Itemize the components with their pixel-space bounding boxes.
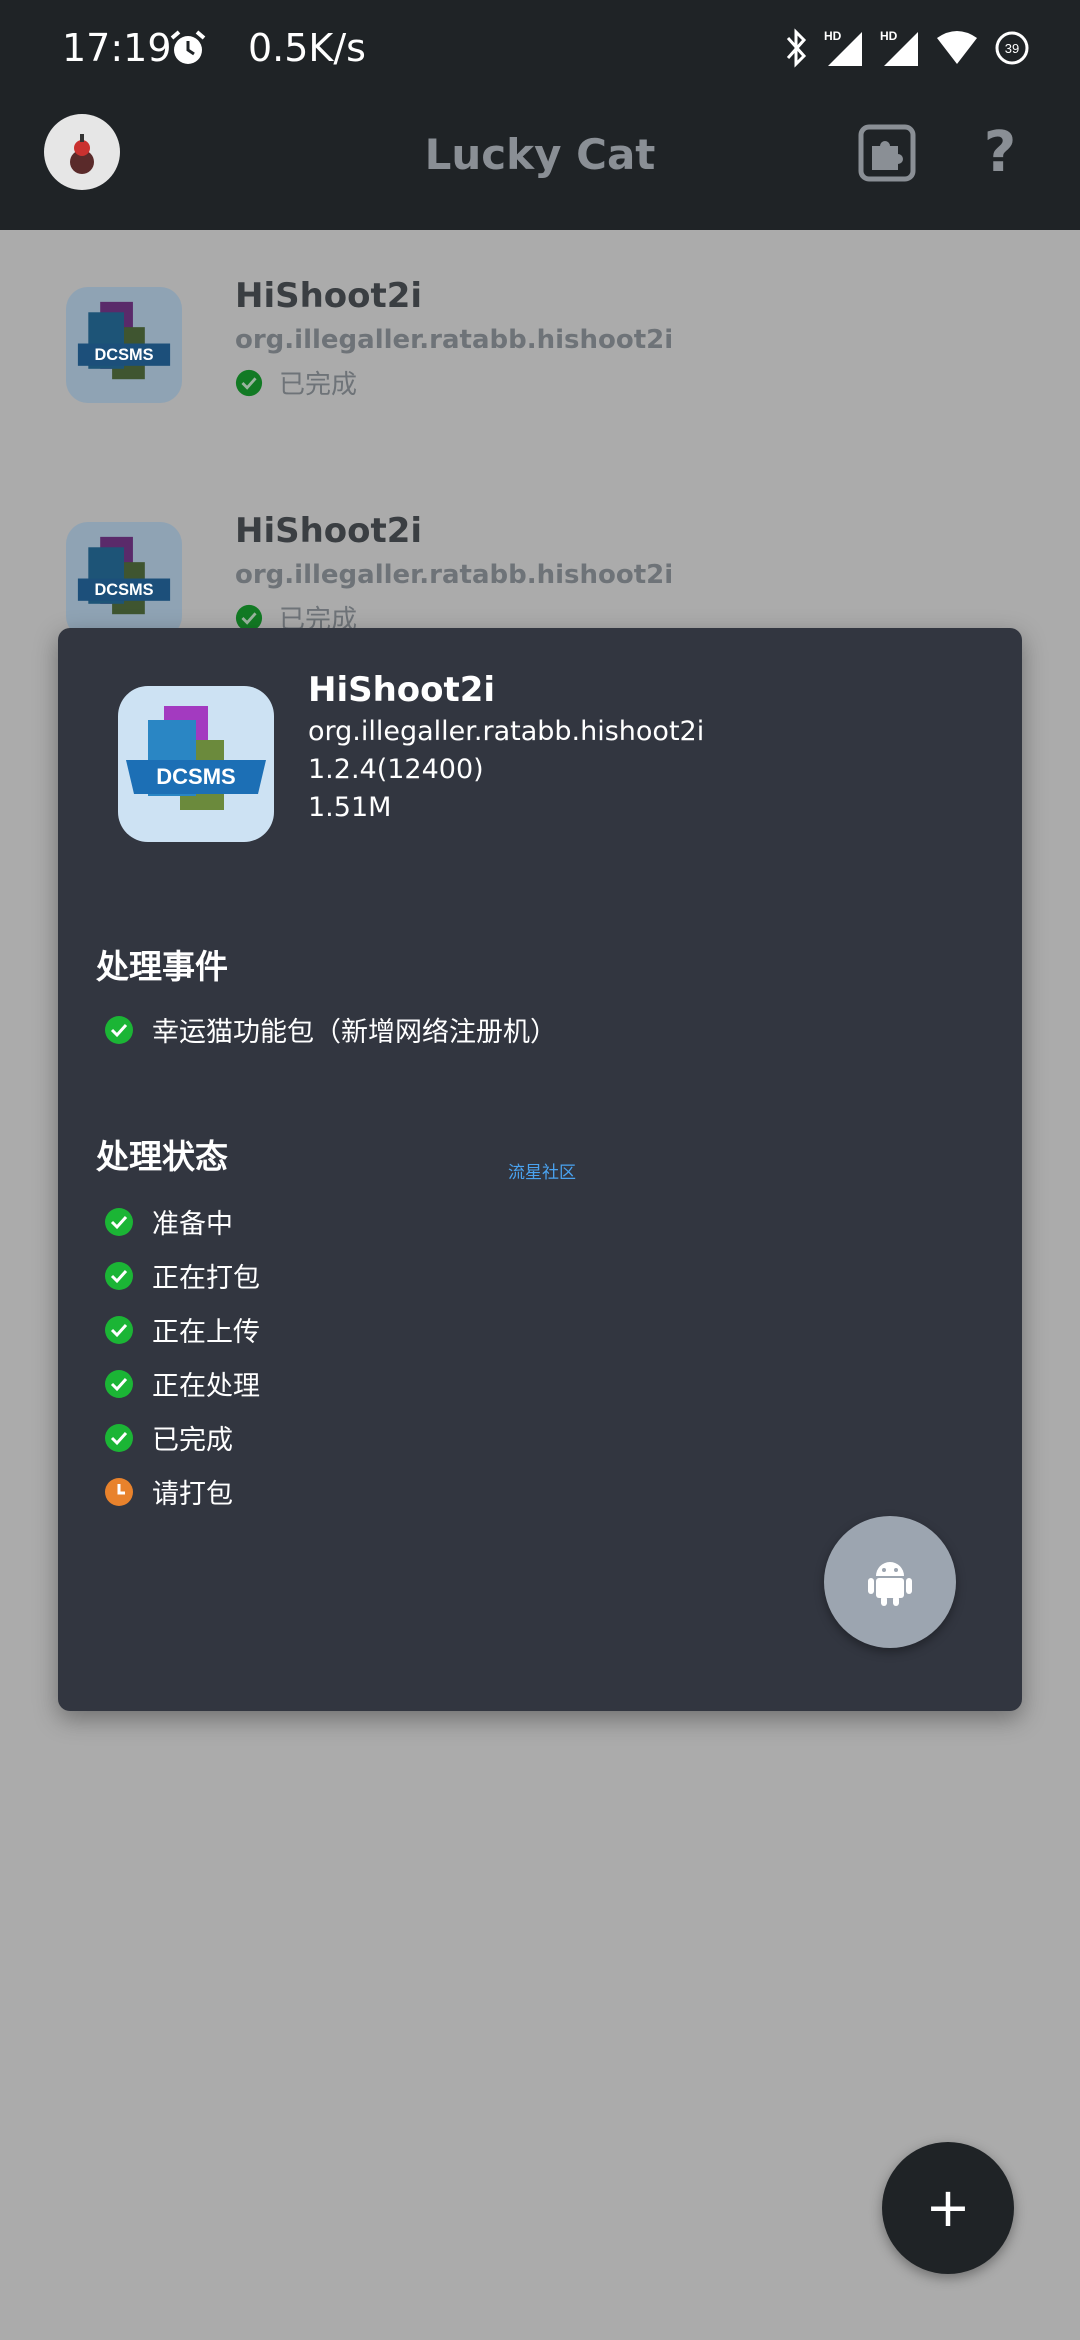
status-row: 请打包 (104, 1472, 233, 1511)
help-button[interactable]: ? (975, 118, 1025, 188)
status-label: 正在处理 (152, 1371, 260, 1402)
check-circle-icon (105, 1207, 133, 1236)
svg-text:HD: HD (824, 29, 842, 43)
status-title: 处理状态 (96, 1137, 228, 1176)
status-row: 已完成 (104, 1418, 233, 1457)
app-icon: DCSMS (118, 686, 274, 842)
app-icon: DCSMS (66, 287, 182, 403)
svg-text:HD: HD (880, 29, 898, 43)
app-package: org.illegaller.ratabb.hishoot2i (235, 560, 674, 590)
watermark: 流星社区 (508, 1163, 576, 1183)
svg-text:DCSMS: DCSMS (94, 581, 153, 599)
puzzle-icon[interactable] (858, 124, 916, 182)
android-icon (868, 1562, 912, 1606)
battery-icon: 39 (995, 31, 1029, 65)
status-text: 已完成 (279, 370, 358, 400)
list-item[interactable]: DCSMS HiShoot2i org.illegaller.ratabb.hi… (0, 230, 1080, 460)
dialog-app-name: HiShoot2i (308, 670, 496, 710)
status-line: 已完成 (235, 364, 357, 401)
check-circle-icon (105, 1261, 133, 1290)
status-label: 已完成 (152, 1425, 233, 1456)
status-label: 准备中 (152, 1209, 233, 1240)
check-circle-icon (105, 1423, 133, 1452)
status-row: 正在打包 (104, 1256, 260, 1295)
status-row: 正在处理 (104, 1364, 260, 1403)
app-package: org.illegaller.ratabb.hishoot2i (235, 325, 674, 355)
event-item: 幸运猫功能包（新增网络注册机） (104, 1010, 557, 1049)
svg-text:39: 39 (1005, 41, 1019, 56)
status-label: 正在打包 (152, 1263, 260, 1294)
hd-signal-icon: HD (880, 29, 918, 66)
add-button[interactable]: + (882, 2142, 1014, 2274)
status-label: 正在上传 (152, 1317, 260, 1348)
network-speed: 0.5K/s (248, 26, 366, 70)
status-time: 17:19 (62, 26, 172, 70)
status-bar: 17:19 0.5K/s HD HD 39 (0, 0, 1080, 96)
svg-text:DCSMS: DCSMS (94, 346, 153, 364)
event-label: 幸运猫功能包（新增网络注册机） (152, 1017, 557, 1048)
app-title: Lucky Cat (424, 130, 656, 179)
app-detail-dialog: DCSMS HiShoot2i org.illegaller.ratabb.hi… (58, 628, 1022, 1711)
clock-icon (105, 1477, 133, 1506)
check-circle-icon (105, 1015, 133, 1044)
android-build-button[interactable] (824, 1516, 956, 1648)
check-circle-icon (105, 1369, 133, 1398)
dialog-version: 1.2.4(12400) (308, 754, 484, 785)
dialog-package: org.illegaller.ratabb.hishoot2i (308, 716, 705, 747)
bluetooth-icon (786, 28, 807, 68)
events-title: 处理事件 (96, 947, 228, 986)
status-label: 请打包 (152, 1479, 233, 1510)
svg-text:DCSMS: DCSMS (156, 764, 235, 789)
app-bar: Lucky Cat ? (0, 96, 1080, 230)
status-row: 准备中 (104, 1202, 233, 1241)
alarm-icon (170, 30, 206, 64)
app-icon: DCSMS (66, 522, 182, 638)
app-name: HiShoot2i (235, 511, 423, 551)
check-circle-icon (235, 369, 263, 396)
wifi-icon (937, 31, 977, 64)
status-row: 正在上传 (104, 1310, 260, 1349)
hd-signal-icon: HD (824, 29, 862, 66)
check-circle-icon (105, 1315, 133, 1344)
app-name: HiShoot2i (235, 276, 423, 316)
dialog-size: 1.51M (308, 792, 392, 823)
